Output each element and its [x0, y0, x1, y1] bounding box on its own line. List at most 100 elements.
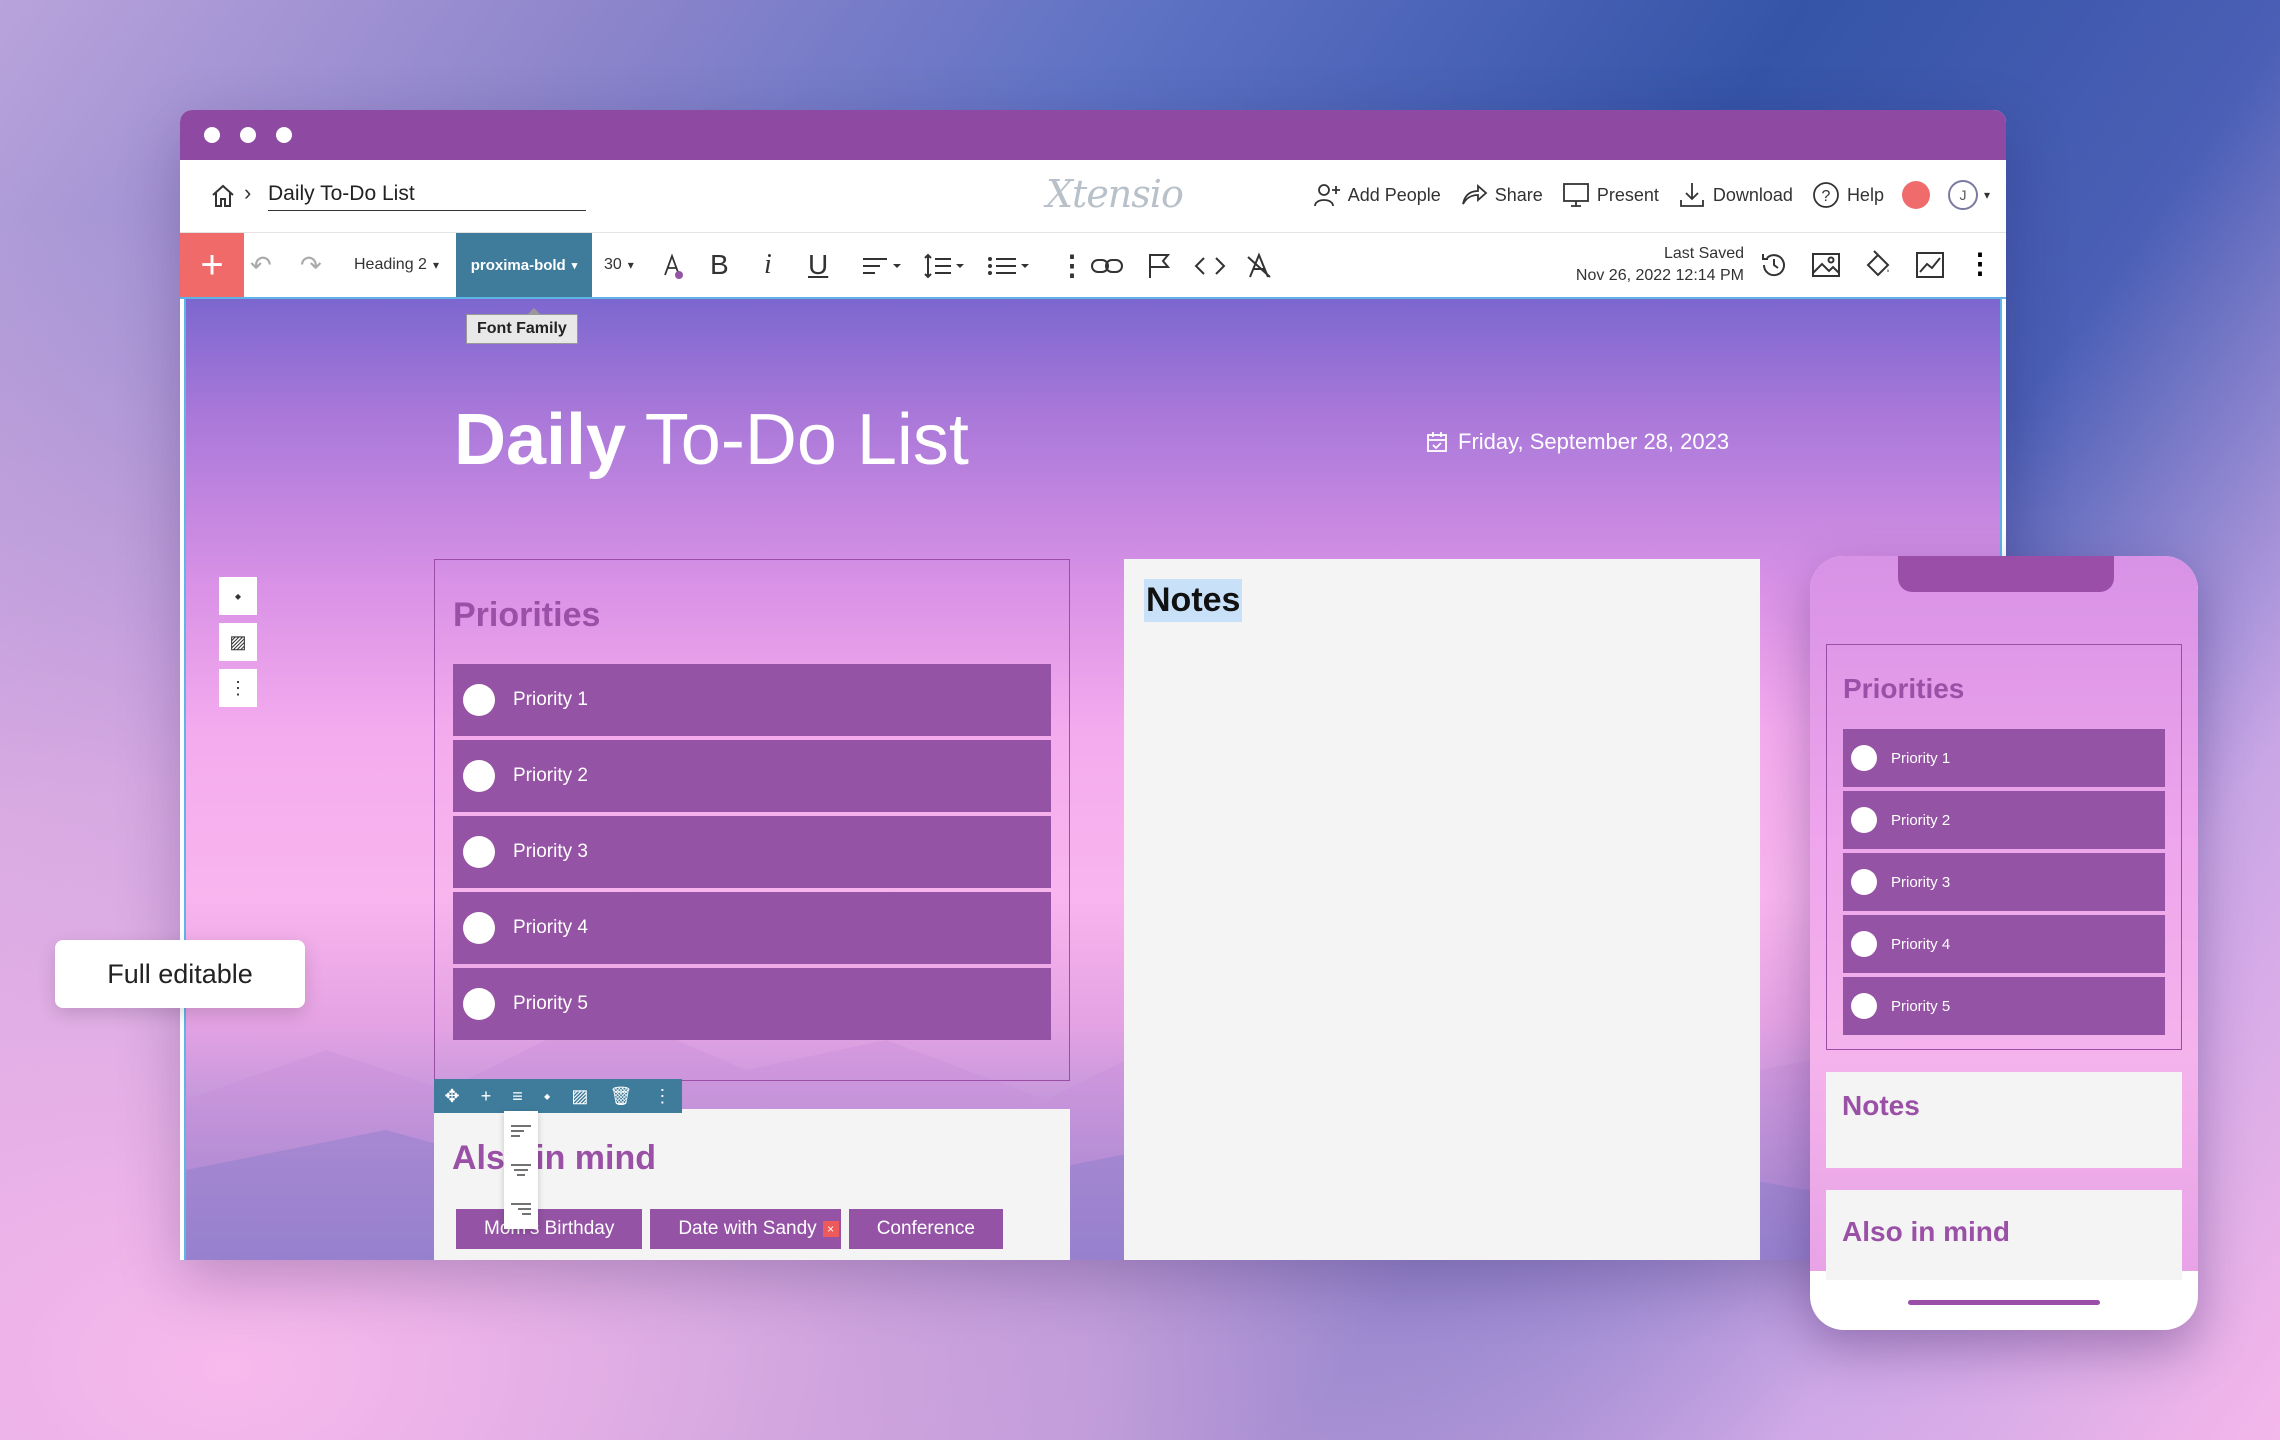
chevron-down-icon: ▾ [627, 258, 634, 272]
notes-block[interactable]: Notes [1124, 559, 1760, 1260]
checkbox-circle [1851, 993, 1877, 1019]
window-dot-close[interactable] [204, 127, 220, 143]
line-spacing-icon[interactable] [922, 251, 968, 281]
trash-icon[interactable]: 🗑 [609, 1086, 632, 1107]
chart-icon[interactable] [1914, 249, 1946, 281]
priorities-block[interactable]: Priorities Priority 1 Priority 2 Priorit… [434, 559, 1070, 1081]
page-title-bold: Daily [454, 400, 627, 480]
add-people-button[interactable]: Add People [1312, 180, 1441, 210]
font-size-select[interactable]: 30 ▾ [604, 233, 634, 297]
document-title-input[interactable]: Daily To-Do List [268, 182, 586, 211]
paint-bucket-icon[interactable]: ⬩ [544, 1086, 550, 1107]
download-icon [1679, 183, 1704, 207]
home-icon[interactable] [210, 184, 236, 208]
mobile-priority-item: Priority 4 [1843, 915, 2165, 973]
image-icon[interactable] [1810, 249, 1842, 281]
align-icon[interactable]: ≡ [512, 1086, 523, 1107]
help-button[interactable]: ? Help [1811, 180, 1884, 210]
more-options-icon[interactable]: ⋮ [1966, 249, 1994, 281]
remove-tag-icon[interactable]: × [822, 1221, 839, 1237]
priority-item[interactable]: Priority 1 [453, 664, 1051, 736]
text-color-icon[interactable] [658, 251, 688, 281]
priorities-title[interactable]: Priorities [453, 596, 600, 635]
mobile-priority-label: Priority 5 [1891, 997, 1951, 1015]
title-bar [180, 110, 2006, 160]
underline-icon[interactable]: U [808, 233, 828, 297]
page-date-text: Friday, September 28, 2023 [1458, 429, 1730, 454]
checkbox-circle [1851, 745, 1877, 771]
notes-title[interactable]: Notes [1144, 579, 1243, 622]
present-label: Present [1596, 184, 1659, 205]
pattern-icon[interactable]: ▨ [571, 1086, 588, 1107]
mobile-priority-item: Priority 2 [1843, 791, 2165, 849]
text-align-icon[interactable] [860, 251, 906, 281]
checkbox-circle [1851, 931, 1877, 957]
font-family-select[interactable]: proxima-bold ▾ [456, 233, 592, 297]
priority-item[interactable]: Priority 3 [453, 816, 1051, 888]
italic-icon[interactable]: i [764, 233, 772, 297]
bold-icon[interactable]: B [710, 233, 729, 297]
mobile-priority-item: Priority 5 [1843, 977, 2165, 1035]
more-options-icon[interactable]: ⋮ [653, 1086, 671, 1107]
align-left-icon[interactable] [510, 1124, 532, 1138]
tag[interactable]: Mom's Birthday [456, 1209, 643, 1249]
avatar: J [1947, 180, 1978, 210]
download-button[interactable]: Download [1677, 180, 1793, 210]
checkbox-circle[interactable] [463, 684, 495, 716]
more-options-icon: ⋮ [229, 677, 247, 698]
more-tool[interactable]: ⋮ [219, 669, 257, 707]
clear-format-icon[interactable] [1244, 251, 1274, 281]
checkbox-circle[interactable] [463, 912, 495, 944]
align-right-icon[interactable] [510, 1202, 532, 1216]
also-in-mind-title[interactable]: Also in mind [452, 1139, 656, 1178]
priority-item[interactable]: Priority 5 [453, 968, 1051, 1040]
chevron-right-icon: › [244, 180, 252, 205]
mobile-priority-label: Priority 3 [1891, 873, 1951, 891]
priority-item[interactable]: Priority 4 [453, 892, 1051, 964]
add-person-icon [1313, 184, 1340, 207]
paint-bucket-icon[interactable] [1862, 249, 1894, 281]
checkbox-circle[interactable] [463, 988, 495, 1020]
move-icon[interactable]: ✥ [445, 1086, 460, 1107]
tag[interactable]: Conference [848, 1209, 1003, 1249]
checkbox-circle[interactable] [463, 836, 495, 868]
history-icon[interactable] [1758, 249, 1790, 281]
phone-home-indicator [1908, 1300, 2100, 1305]
flag-icon[interactable] [1144, 251, 1174, 281]
link-icon[interactable] [1090, 251, 1126, 281]
priority-label: Priority 3 [513, 841, 588, 862]
present-button[interactable]: Present [1561, 180, 1659, 210]
code-icon[interactable] [1192, 251, 1228, 281]
font-size-value: 30 [604, 256, 622, 273]
fill-color-tool[interactable]: ⬩ [219, 577, 257, 615]
add-icon[interactable]: + [481, 1086, 492, 1107]
toolbar-right-icons: ⋮ [1758, 249, 1994, 281]
notification-bell-icon[interactable] [1901, 181, 1930, 209]
mobile-priorities-title: Priorities [1843, 673, 1965, 704]
font-family-tooltip: Font Family [466, 308, 578, 344]
menu-bar: › Daily To-Do List Xtensio Add People Sh… [180, 160, 2006, 233]
window-dot-minimize[interactable] [240, 127, 256, 143]
page-date[interactable]: Friday, September 28, 2023 [1426, 429, 1729, 455]
undo-icon[interactable]: ↶ [250, 233, 272, 297]
phone-notch [1898, 556, 2114, 592]
tag[interactable]: Date with Sandy × [650, 1209, 841, 1249]
pattern-tool[interactable]: ▨ [219, 623, 257, 661]
redo-icon[interactable]: ↷ [300, 233, 322, 297]
share-button[interactable]: Share [1459, 180, 1543, 210]
text-style-select[interactable]: Heading 2 ▾ [354, 233, 439, 297]
mobile-notes-block: Notes [1826, 1072, 2182, 1168]
align-center-icon[interactable] [510, 1163, 532, 1177]
checkbox-circle[interactable] [463, 760, 495, 792]
user-menu[interactable]: J ▾ [1947, 180, 1990, 210]
window-dot-maximize[interactable] [276, 127, 292, 143]
priority-item[interactable]: Priority 2 [453, 740, 1051, 812]
list-icon[interactable] [986, 251, 1032, 281]
chevron-down-icon: ▾ [432, 258, 439, 272]
more-options-icon[interactable]: ⋮ [1058, 233, 1086, 297]
document-canvas[interactable]: Daily To-Do List Friday, September 28, 2… [184, 299, 2002, 1260]
page-title[interactable]: Daily To-Do List [454, 399, 969, 481]
mobile-priority-label: Priority 1 [1891, 749, 1951, 767]
add-block-button[interactable]: + [180, 233, 244, 297]
download-label: Download [1712, 184, 1793, 205]
